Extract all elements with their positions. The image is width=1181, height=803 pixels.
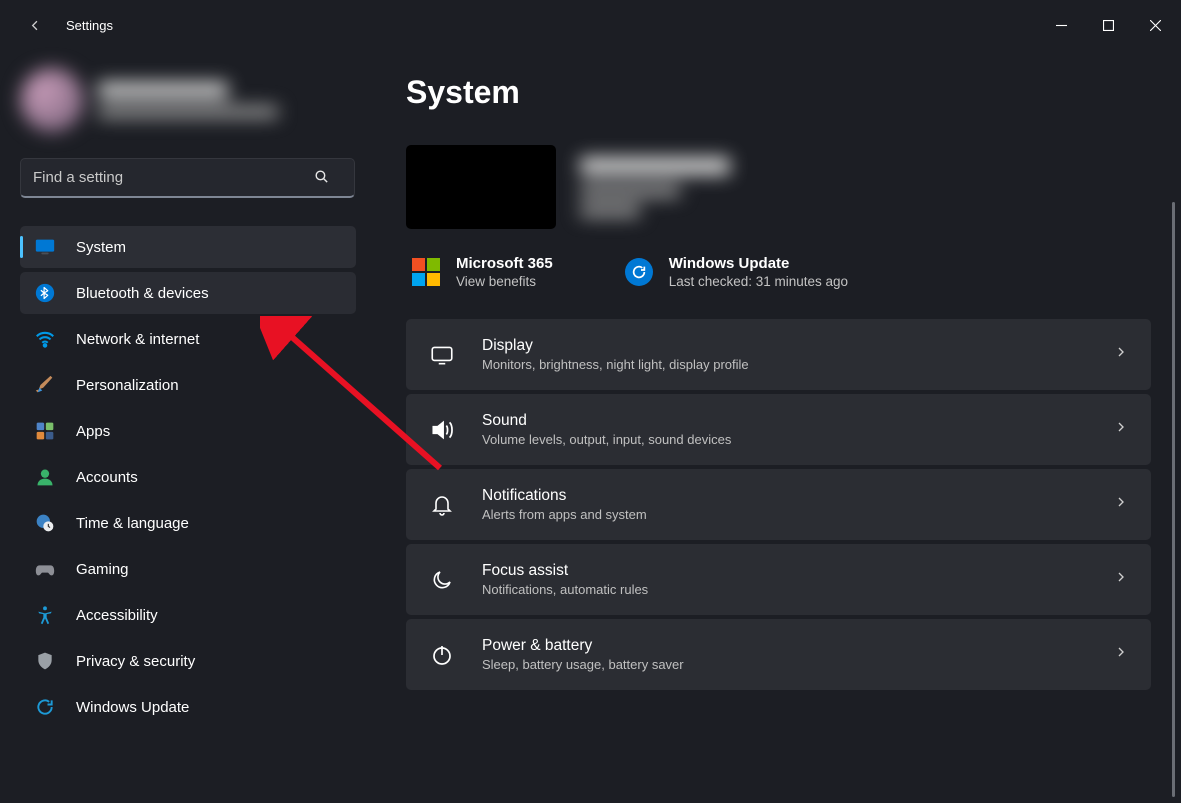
- globe-clock-icon: [34, 512, 56, 534]
- settings-title: Display: [482, 337, 1087, 355]
- sidebar-item-accessibility[interactable]: Accessibility: [20, 594, 356, 636]
- sidebar-item-label: Windows Update: [76, 699, 189, 716]
- settings-subtitle: Monitors, brightness, night light, displ…: [482, 357, 1087, 372]
- sidebar-item-label: System: [76, 239, 126, 256]
- maximize-icon: [1103, 20, 1114, 31]
- chevron-right-icon: [1113, 569, 1129, 590]
- sidebar-item-bluetooth[interactable]: Bluetooth & devices: [20, 272, 356, 314]
- gamepad-icon: [34, 558, 56, 580]
- wifi-icon: [34, 328, 56, 350]
- window-controls: [1038, 6, 1179, 44]
- minimize-icon: [1056, 20, 1067, 31]
- search-input[interactable]: [20, 158, 355, 198]
- close-icon: [1150, 20, 1161, 31]
- minimize-button[interactable]: [1038, 6, 1085, 44]
- sidebar-item-label: Personalization: [76, 377, 179, 394]
- avatar: [20, 68, 84, 132]
- link-title: Windows Update: [669, 255, 848, 272]
- person-icon: [34, 466, 56, 488]
- settings-subtitle: Alerts from apps and system: [482, 507, 1087, 522]
- sidebar-item-label: Accounts: [76, 469, 138, 486]
- sidebar-item-label: Apps: [76, 423, 110, 440]
- maximize-button[interactable]: [1085, 6, 1132, 44]
- link-subtitle: Last checked: 31 minutes ago: [669, 274, 848, 289]
- user-profile[interactable]: [20, 60, 356, 140]
- chevron-right-icon: [1113, 644, 1129, 665]
- sidebar-item-label: Bluetooth & devices: [76, 285, 209, 302]
- sidebar: System Bluetooth & devices Network & int…: [0, 50, 370, 803]
- settings-item-display[interactable]: Display Monitors, brightness, night ligh…: [406, 319, 1151, 390]
- sidebar-item-label: Gaming: [76, 561, 129, 578]
- paintbrush-icon: [34, 374, 56, 396]
- titlebar: Settings: [0, 0, 1181, 50]
- settings-title: Power & battery: [482, 637, 1087, 655]
- sidebar-item-label: Network & internet: [76, 331, 199, 348]
- sidebar-item-personalization[interactable]: Personalization: [20, 364, 356, 406]
- apps-icon: [34, 420, 56, 442]
- device-name-block: [580, 157, 730, 217]
- display-icon: [428, 341, 456, 369]
- scrollbar[interactable]: [1172, 202, 1175, 797]
- settings-title: Notifications: [482, 487, 1087, 505]
- quick-links: Microsoft 365 View benefits Windows Upda…: [406, 255, 1151, 289]
- accessibility-icon: [34, 604, 56, 626]
- sidebar-item-system[interactable]: System: [20, 226, 356, 268]
- nav-list: System Bluetooth & devices Network & int…: [20, 226, 356, 728]
- sidebar-item-accounts[interactable]: Accounts: [20, 456, 356, 498]
- settings-item-focus[interactable]: Focus assist Notifications, automatic ru…: [406, 544, 1151, 615]
- display-monitor-icon: [34, 236, 56, 258]
- speaker-icon: [428, 416, 456, 444]
- chevron-right-icon: [1113, 419, 1129, 440]
- settings-item-sound[interactable]: Sound Volume levels, output, input, soun…: [406, 394, 1151, 465]
- link-title: Microsoft 365: [456, 255, 553, 272]
- profile-text: [98, 82, 278, 118]
- moon-icon: [428, 566, 456, 594]
- chevron-right-icon: [1113, 494, 1129, 515]
- microsoft-365-link[interactable]: Microsoft 365 View benefits: [412, 255, 553, 289]
- sync-icon: [34, 696, 56, 718]
- settings-subtitle: Sleep, battery usage, battery saver: [482, 657, 1087, 672]
- sidebar-item-network[interactable]: Network & internet: [20, 318, 356, 360]
- search-icon: [313, 168, 330, 190]
- back-button[interactable]: [20, 10, 50, 40]
- sidebar-item-update[interactable]: Windows Update: [20, 686, 356, 728]
- sidebar-item-privacy[interactable]: Privacy & security: [20, 640, 356, 682]
- device-summary: [406, 145, 1151, 229]
- settings-list: Display Monitors, brightness, night ligh…: [406, 319, 1151, 690]
- chevron-right-icon: [1113, 344, 1129, 365]
- back-arrow-icon: [27, 17, 44, 34]
- app-title: Settings: [66, 18, 113, 33]
- settings-title: Focus assist: [482, 562, 1087, 580]
- sidebar-item-gaming[interactable]: Gaming: [20, 548, 356, 590]
- sidebar-item-time[interactable]: Time & language: [20, 502, 356, 544]
- main-content: System Microsoft 365 View benefits Wi: [370, 50, 1181, 803]
- shield-icon: [34, 650, 56, 672]
- link-subtitle: View benefits: [456, 274, 553, 289]
- bell-icon: [428, 491, 456, 519]
- device-thumbnail: [406, 145, 556, 229]
- bluetooth-icon: [34, 282, 56, 304]
- settings-item-power[interactable]: Power & battery Sleep, battery usage, ba…: [406, 619, 1151, 690]
- windows-update-link[interactable]: Windows Update Last checked: 31 minutes …: [625, 255, 848, 289]
- power-icon: [428, 641, 456, 669]
- settings-item-notifications[interactable]: Notifications Alerts from apps and syste…: [406, 469, 1151, 540]
- sidebar-item-label: Time & language: [76, 515, 189, 532]
- settings-title: Sound: [482, 412, 1087, 430]
- sidebar-item-label: Privacy & security: [76, 653, 195, 670]
- search-wrapper: [20, 158, 356, 198]
- settings-subtitle: Notifications, automatic rules: [482, 582, 1087, 597]
- windows-update-icon: [625, 258, 653, 286]
- microsoft-365-icon: [412, 258, 440, 286]
- page-title: System: [406, 74, 1151, 111]
- sidebar-item-label: Accessibility: [76, 607, 158, 624]
- sidebar-item-apps[interactable]: Apps: [20, 410, 356, 452]
- close-button[interactable]: [1132, 6, 1179, 44]
- settings-subtitle: Volume levels, output, input, sound devi…: [482, 432, 1087, 447]
